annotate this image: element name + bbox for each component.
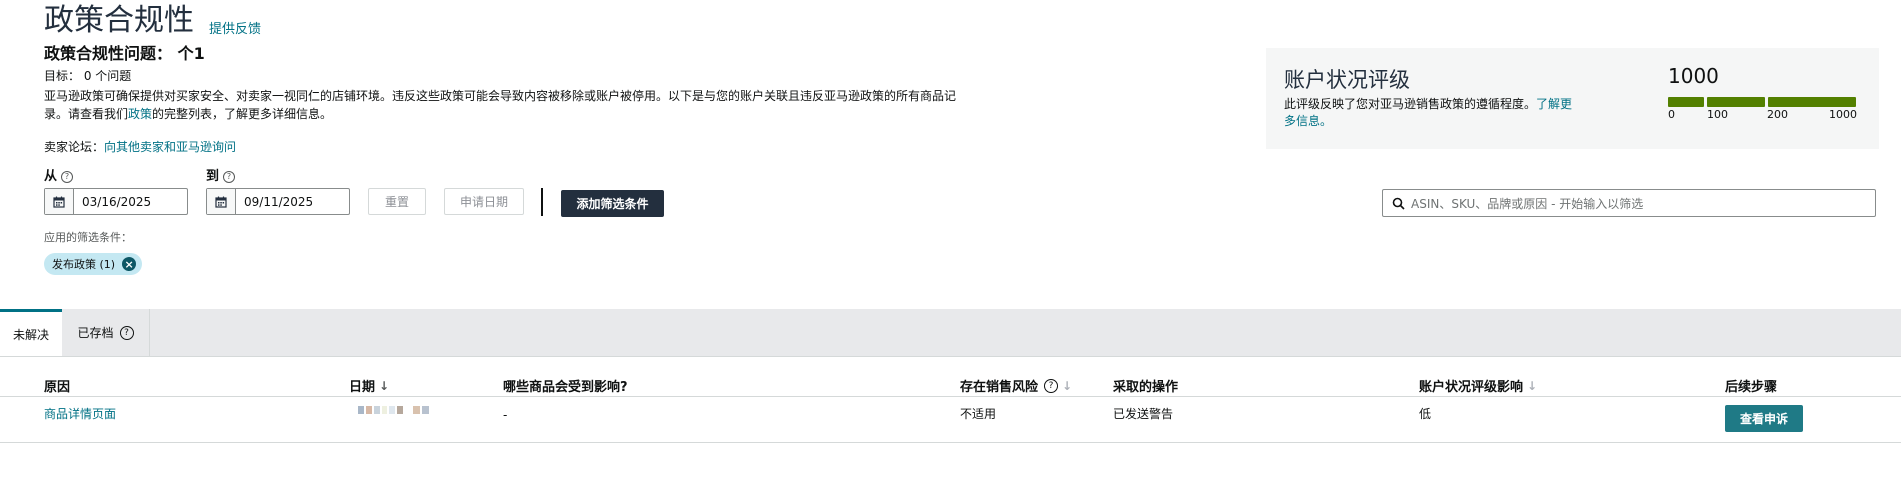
table-row-divider xyxy=(0,442,1901,443)
view-appeal-button[interactable]: 查看申诉 xyxy=(1725,405,1803,432)
redacted-block xyxy=(374,406,380,414)
affected-value: - xyxy=(503,408,508,422)
help-icon[interactable]: ? xyxy=(119,325,134,340)
sort-down-icon[interactable]: ↓ xyxy=(1062,379,1072,393)
help-icon[interactable]: ? xyxy=(223,171,236,183)
tick-label: 100 xyxy=(1707,108,1728,121)
from-date-value: 03/16/2025 xyxy=(82,194,152,209)
to-date-value: 09/11/2025 xyxy=(244,194,314,209)
description-text-end: 的完整列表，了解更多详细信息。 xyxy=(152,107,333,121)
sort-down-icon[interactable]: ↓ xyxy=(1527,379,1537,393)
add-filter-button[interactable]: 添加筛选条件 xyxy=(561,190,664,217)
forum-link[interactable]: 向其他卖家和亚马逊询问 xyxy=(104,140,236,154)
issues-label: 政策合规性问题： xyxy=(44,44,173,63)
col-affected: 哪些商品会受到影响? xyxy=(503,380,628,395)
redacted-block xyxy=(382,406,387,414)
col-date-label: 日期 xyxy=(349,380,376,395)
from-label: 从? xyxy=(44,165,74,184)
tick-label: 1000 xyxy=(1829,108,1857,121)
search-input[interactable]: ASIN、SKU、品牌或原因 - 开始输入以筛选 xyxy=(1382,189,1876,217)
account-health-score: 1000 xyxy=(1668,64,1719,88)
account-health-title: 账户状况评级 xyxy=(1284,68,1410,92)
tab-archived[interactable]: 已存档 ? xyxy=(62,309,150,356)
from-label-text: 从 xyxy=(44,169,58,184)
action-value: 已发送警告 xyxy=(1113,407,1174,421)
divider xyxy=(541,188,543,216)
to-label-text: 到 xyxy=(206,169,220,184)
date-redacted xyxy=(358,406,429,414)
account-health-bar xyxy=(1668,97,1856,107)
col-risk[interactable]: 存在销售风险? ↓ xyxy=(960,376,1072,395)
policy-description: 亚马逊政策可确保提供对买家安全、对卖家一视同仁的店铺环境。违反这些政策可能会导致… xyxy=(44,87,964,123)
redacted-block xyxy=(422,406,429,414)
issues-summary: 政策合规性问题： 个1 xyxy=(44,40,205,64)
from-date-field[interactable]: 03/16/2025 xyxy=(44,188,188,215)
reason-link[interactable]: 商品详情页面 xyxy=(44,405,116,422)
risk-value: 不适用 xyxy=(960,407,997,421)
page-title: 政策合规性 xyxy=(44,3,194,38)
redacted-block xyxy=(366,406,372,414)
impact-value: 低 xyxy=(1419,407,1432,421)
tab-archived-label: 已存档 xyxy=(77,326,114,340)
account-health-description: 此评级反映了您对亚马逊销售政策的遵循程度。了解更多信息。 xyxy=(1284,96,1584,130)
reset-button[interactable]: 重置 xyxy=(368,188,426,215)
redacted-block xyxy=(397,406,403,414)
apply-date-button[interactable]: 申请日期 xyxy=(444,188,524,215)
col-risk-label: 存在销售风险 xyxy=(960,380,1039,395)
col-date[interactable]: 日期 ↓ xyxy=(349,376,389,396)
account-health-card: 账户状况评级 此评级反映了您对亚马逊销售政策的遵循程度。了解更多信息。 1000… xyxy=(1266,48,1879,149)
tick-label: 0 xyxy=(1668,108,1675,121)
goal-line: 目标： 0 个问题 xyxy=(44,67,131,84)
filter-chip-label: 发布政策 (1) xyxy=(52,258,116,271)
seller-forum: 卖家论坛：向其他卖家和亚马逊询问 xyxy=(44,138,236,155)
col-impact[interactable]: 账户状况评级影响 ↓ xyxy=(1419,376,1537,396)
calendar-icon[interactable] xyxy=(45,189,74,214)
feedback-link[interactable]: 提供反馈 xyxy=(209,18,261,37)
bar-segment-high xyxy=(1768,97,1856,107)
col-reason: 原因 xyxy=(44,380,71,395)
redacted-block xyxy=(413,406,420,414)
goal-value: 0 个问题 xyxy=(83,69,132,83)
to-date-field[interactable]: 09/11/2025 xyxy=(206,188,350,215)
goal-label: 目标： xyxy=(44,69,81,83)
help-icon[interactable]: ? xyxy=(1044,378,1059,393)
forum-label: 卖家论坛： xyxy=(44,140,105,154)
sort-down-icon[interactable]: ↓ xyxy=(379,379,389,393)
search-placeholder: ASIN、SKU、品牌或原因 - 开始输入以筛选 xyxy=(1411,196,1644,211)
tick-label: 200 xyxy=(1767,108,1788,121)
close-icon[interactable]: × xyxy=(122,257,137,271)
bar-segment-low xyxy=(1668,97,1704,107)
calendar-icon[interactable] xyxy=(207,189,236,214)
help-icon[interactable]: ? xyxy=(61,171,74,183)
policy-link[interactable]: 政策 xyxy=(128,107,152,121)
redacted-block xyxy=(389,406,395,414)
col-action: 采取的操作 xyxy=(1113,380,1179,395)
col-impact-label: 账户状况评级影响 xyxy=(1419,380,1524,395)
filter-chip[interactable]: 发布政策 (1) × xyxy=(44,253,143,275)
applied-filters-label: 应用的筛选条件： xyxy=(44,231,132,244)
col-next-steps: 后续步骤 xyxy=(1725,380,1778,395)
search-icon xyxy=(1392,197,1405,210)
redacted-block xyxy=(358,406,364,414)
bar-segment-mid xyxy=(1707,97,1765,107)
account-health-desc-text: 此评级反映了您对亚马逊销售政策的遵循程度。 xyxy=(1284,97,1537,111)
tab-unresolved[interactable]: 未解决 xyxy=(0,309,62,356)
to-label: 到? xyxy=(206,165,236,184)
issues-count: 个1 xyxy=(177,44,205,63)
redacted-block xyxy=(405,406,411,414)
table-header-divider xyxy=(0,396,1901,397)
tabs-bar: 未解决 已存档 ? xyxy=(0,309,1901,357)
